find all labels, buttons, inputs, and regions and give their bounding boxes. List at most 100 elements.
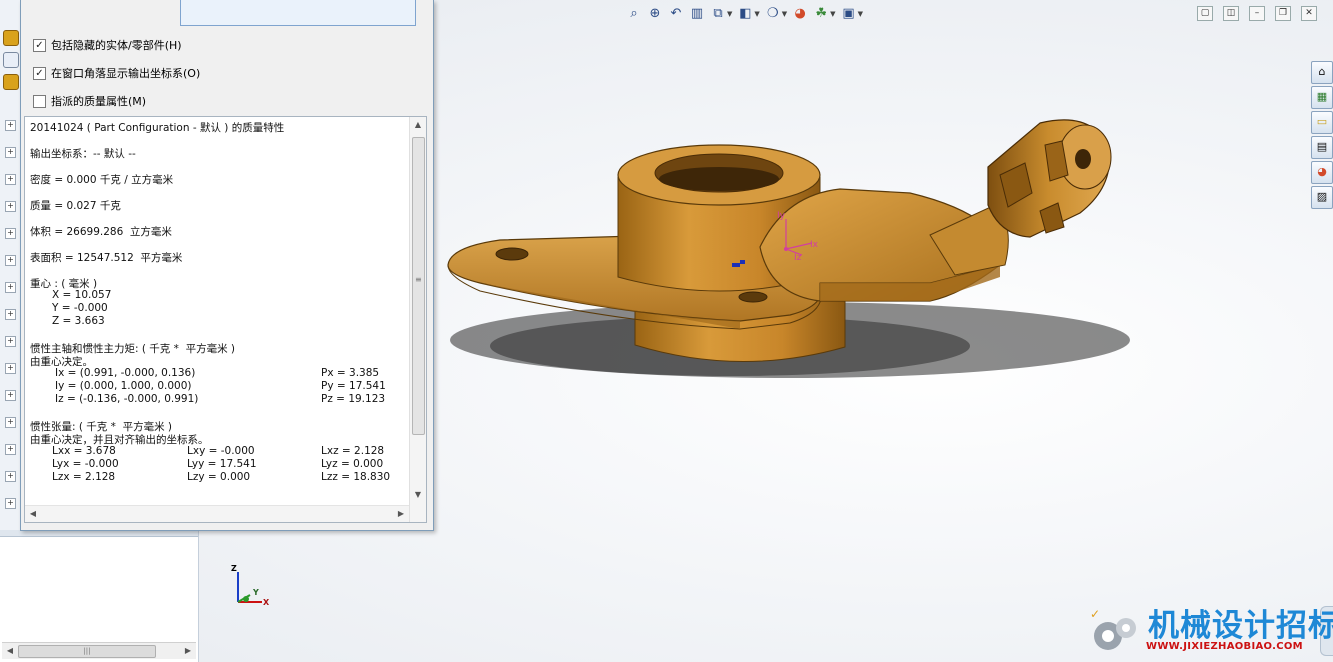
design-library-icon[interactable]: ▦ — [1311, 86, 1333, 109]
watermark-gear-logo: ✓ — [1090, 607, 1136, 650]
results-density: 密度 = 0.000 千克 / 立方毫米 — [30, 174, 174, 186]
scrollbar-thumb[interactable]: ≡ — [412, 137, 425, 435]
custom-properties-icon[interactable]: ▨ — [1311, 186, 1333, 209]
results-lyz: Lyz = 0.000 — [321, 458, 384, 470]
results-iy: Iy = (0.000, 1.000, 0.000) — [55, 380, 192, 392]
zoom-to-fit-icon[interactable]: ⌕ — [626, 6, 642, 22]
results-lyy: Lyy = 17.541 — [187, 458, 257, 470]
results-cog-y: Y = -0.000 — [52, 302, 108, 314]
appearances-icon[interactable]: ◕ — [1311, 161, 1333, 184]
triad-z-label: Z — [231, 564, 237, 573]
include-hidden-checkbox[interactable]: ✓ — [33, 38, 46, 52]
view-settings-icon[interactable]: ▣ — [841, 6, 857, 22]
scrollbar-thumb[interactable]: ||| — [18, 645, 156, 658]
viewport-split-icon[interactable]: ◫ — [1223, 6, 1239, 21]
results-mass: 质量 = 0.027 千克 — [30, 200, 121, 212]
results-lxx: Lxx = 3.678 — [52, 445, 116, 457]
results-horizontal-scrollbar[interactable]: ◀ ▶ — [25, 505, 409, 522]
assigned-mass-label: 指派的质量属性(M) — [51, 95, 147, 108]
part-model[interactable]: Iy Ix Iz — [440, 115, 1140, 375]
tree-expander[interactable]: + — [5, 444, 16, 455]
results-vertical-scrollbar[interactable]: ▲ ≡ ▼ — [409, 117, 426, 522]
show-coord-system-checkbox[interactable]: ✓ — [33, 66, 46, 80]
results-coord-system: 输出坐标系：-- 默认 -- — [30, 148, 136, 160]
window-controls: ▢ ◫ – ❐ ✕ — [1197, 6, 1317, 21]
results-volume: 体积 = 26699.286 立方毫米 — [30, 226, 172, 238]
option-show-coord-system[interactable]: ✓ 在窗口角落显示输出坐标系(O) — [33, 65, 200, 81]
results-surface-area: 表面积 = 12547.512 平方毫米 — [30, 252, 183, 264]
scroll-left-arrow-icon[interactable]: ◀ — [27, 508, 39, 520]
scroll-left-arrow-icon[interactable]: ◀ — [4, 645, 16, 657]
file-explorer-icon[interactable]: ▭ — [1311, 111, 1333, 134]
tree-expander[interactable]: + — [5, 228, 16, 239]
tree-expander[interactable]: + — [5, 201, 16, 212]
results-lyx: Lyx = -0.000 — [52, 458, 119, 470]
view-orientation-icon[interactable]: ⧉ — [710, 6, 726, 22]
mass-properties-dialog: ✓ 包括隐藏的实体/零部件(H) ✓ 在窗口角落显示输出坐标系(O) 指派的质量… — [20, 0, 434, 531]
option-include-hidden[interactable]: ✓ 包括隐藏的实体/零部件(H) — [33, 37, 182, 53]
edit-appearance-icon[interactable]: ◕ — [792, 6, 808, 22]
feature-tree-icon[interactable] — [3, 30, 19, 46]
tree-expander[interactable]: + — [5, 471, 16, 482]
tree-expander[interactable]: + — [5, 309, 16, 320]
scroll-right-arrow-icon[interactable]: ▶ — [182, 645, 194, 657]
show-coord-system-label: 在窗口角落显示输出坐标系(O) — [51, 67, 201, 80]
results-lzz: Lzz = 18.830 — [321, 471, 391, 483]
display-style-icon[interactable]: ◧ — [737, 6, 753, 22]
results-cog-x: X = 10.057 — [52, 289, 112, 301]
tree-expander[interactable]: + — [5, 363, 16, 374]
view-palette-icon[interactable]: ▤ — [1311, 136, 1333, 159]
results-py: Py = 17.541 — [321, 380, 386, 392]
triad-x-label: X — [263, 598, 270, 607]
results-lxz: Lxz = 2.128 — [321, 445, 385, 457]
results-ix: Ix = (0.991, -0.000, 0.136) — [55, 367, 196, 379]
include-hidden-label: 包括隐藏的实体/零部件(H) — [51, 39, 182, 52]
property-manager-icon[interactable] — [3, 52, 19, 68]
site-watermark: ✓ 机械设计招标网 WWW.JIXIEZHAOBIAO.COM — [1088, 598, 1333, 658]
mass-properties-results[interactable]: 20141024 ( Part Configuration - 默认 ) 的质量… — [24, 116, 427, 523]
tree-expander[interactable]: + — [5, 255, 16, 266]
results-lxy: Lxy = -0.000 — [187, 445, 255, 457]
tree-expander[interactable]: + — [5, 174, 16, 185]
heads-up-view-toolbar: ⌕ ⊕ ↶ ▥ ⧉ ▼ ◧ ▼ ❍ ▼ ◕ ☘ ▼ ▣ ▼ — [626, 4, 863, 24]
tree-expander[interactable]: + — [5, 390, 16, 401]
previous-view-icon[interactable]: ↶ — [668, 6, 684, 22]
results-lzx: Lzx = 2.128 — [52, 471, 116, 483]
restore-icon[interactable]: ❐ — [1275, 6, 1291, 21]
configuration-manager-icon[interactable] — [3, 74, 19, 90]
scroll-down-arrow-icon[interactable]: ▼ — [412, 489, 424, 501]
watermark-url: WWW.JIXIEZHAOBIAO.COM — [1146, 641, 1303, 652]
task-pane-tabs: ⌂ ▦ ▭ ▤ ◕ ▨ — [1311, 61, 1333, 209]
option-assigned-mass[interactable]: 指派的质量属性(M) — [33, 93, 146, 109]
tree-expander[interactable]: + — [5, 417, 16, 428]
minimize-icon[interactable]: – — [1249, 6, 1265, 21]
reference-triad: Z Y X — [226, 562, 278, 614]
model-label-iz: Iz — [794, 253, 802, 263]
scroll-up-arrow-icon[interactable]: ▲ — [412, 119, 424, 131]
tree-expander[interactable]: + — [5, 498, 16, 509]
model-label-iy: Iy — [777, 211, 786, 221]
selected-items-box[interactable] — [180, 0, 416, 26]
section-view-icon[interactable]: ▥ — [689, 6, 705, 22]
close-icon[interactable]: ✕ — [1301, 6, 1317, 21]
results-iz: Iz = (-0.136, -0.000, 0.991) — [55, 393, 199, 405]
results-title: 20141024 ( Part Configuration - 默认 ) 的质量… — [30, 122, 285, 134]
results-cog-z: Z = 3.663 — [52, 315, 105, 327]
tree-expander[interactable]: + — [5, 336, 16, 347]
tree-expander[interactable]: + — [5, 120, 16, 131]
tree-expander[interactable]: + — [5, 282, 16, 293]
hide-show-items-icon[interactable]: ❍ — [765, 6, 781, 22]
apply-scene-icon[interactable]: ☘ — [813, 6, 829, 22]
tree-expander[interactable]: + — [5, 147, 16, 158]
home-icon[interactable]: ⌂ — [1311, 61, 1333, 84]
results-pz: Pz = 19.123 — [321, 393, 386, 405]
triad-y-label: Y — [253, 588, 259, 597]
watermark-title: 机械设计招标网 — [1148, 608, 1333, 644]
zoom-area-icon[interactable]: ⊕ — [647, 6, 663, 22]
results-px: Px = 3.385 — [321, 367, 380, 379]
tree-horizontal-scrollbar[interactable]: ◀ ||| ▶ — [2, 642, 196, 659]
viewport-single-icon[interactable]: ▢ — [1197, 6, 1213, 21]
model-label-ix: Ix — [810, 240, 819, 250]
assigned-mass-checkbox[interactable] — [33, 94, 46, 108]
scroll-right-arrow-icon[interactable]: ▶ — [395, 508, 407, 520]
